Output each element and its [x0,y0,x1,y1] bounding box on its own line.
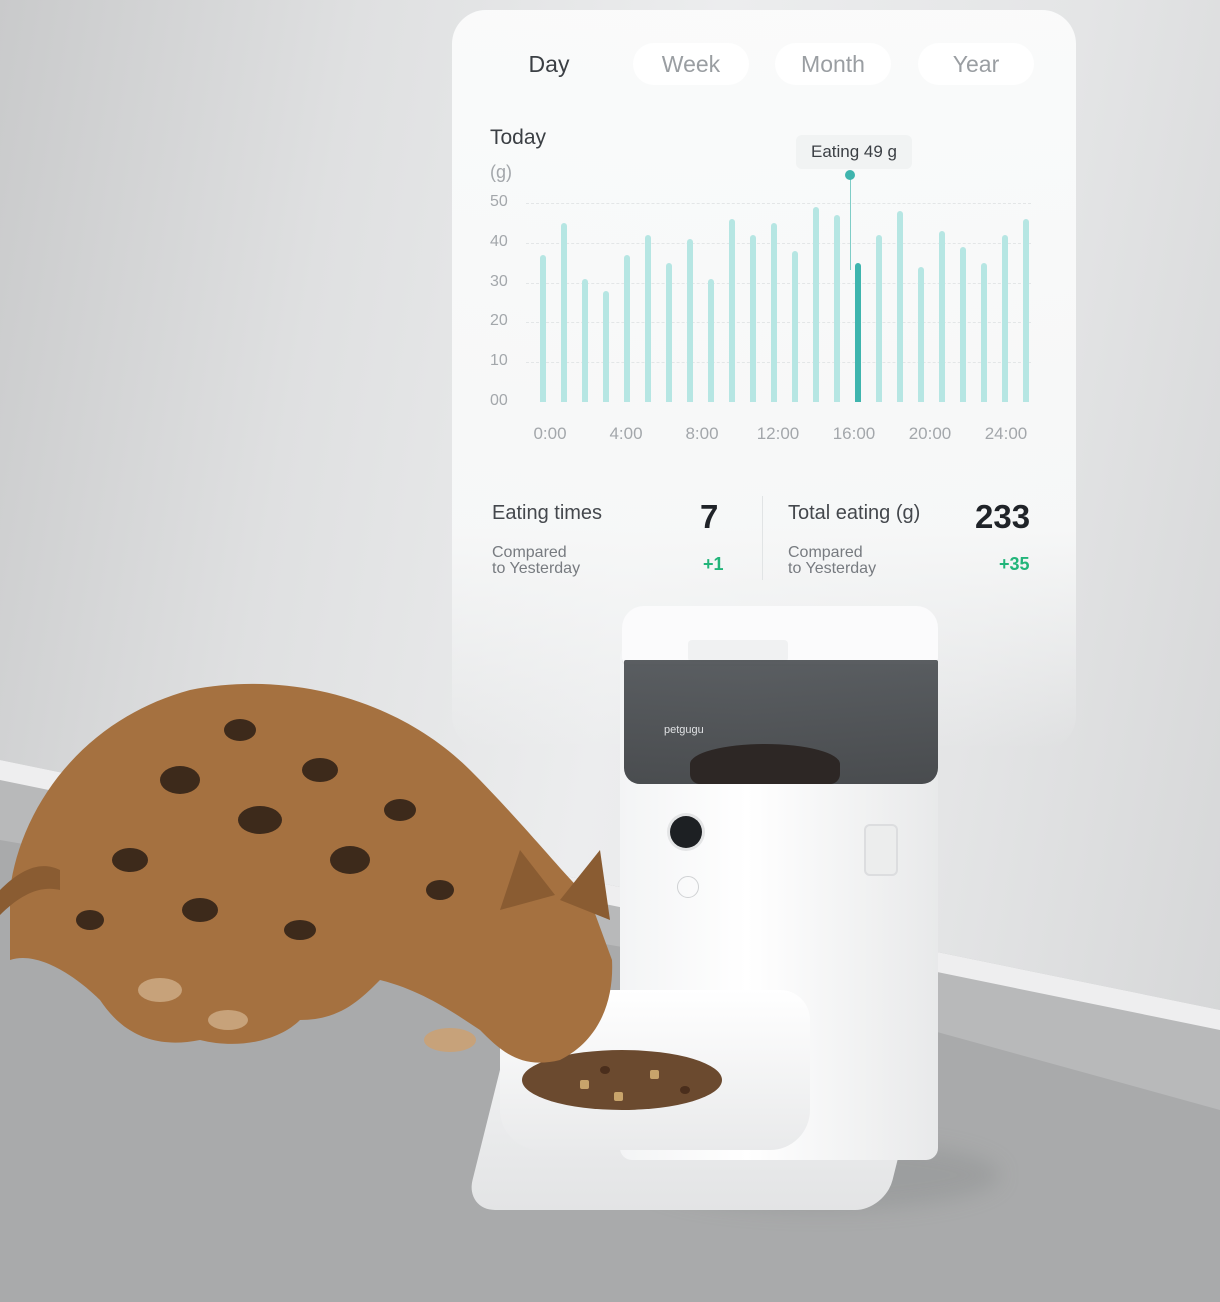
bar[interactable] [1002,234,1008,402]
bar[interactable] [687,238,693,402]
y-tick-label: 00 [490,392,508,409]
period-tabs: Day Week Month Year [490,40,1040,90]
eating-times-value: 7 [700,498,719,535]
y-tick-label: 50 [490,193,508,210]
x-tick-label: 20:00 [908,424,952,443]
tab-week[interactable]: Week [633,43,749,85]
total-eating-value: 233 [975,498,1031,535]
tab-year[interactable]: Year [918,43,1034,85]
bar[interactable] [582,278,588,402]
total-eating-label: Total eating (g) [788,502,921,524]
kibble-piece [650,1070,659,1079]
bar[interactable] [624,254,630,402]
x-tick-label: 8:00 [685,424,719,443]
bar[interactable] [981,262,987,402]
x-tick-label: 12:00 [756,424,800,443]
bar[interactable] [603,290,609,402]
bar[interactable] [645,234,651,402]
bar[interactable] [708,278,714,402]
bar[interactable] [918,266,924,402]
bar[interactable] [540,254,546,402]
bar[interactable] [960,246,966,402]
total-eating-delta: +35 [999,554,1030,574]
gridline [526,242,1031,244]
y-tick-label: 30 [490,272,508,290]
bar[interactable] [876,234,882,402]
brand-logo: petgugu [664,724,704,736]
gridline [526,362,1031,364]
bar[interactable] [897,210,903,402]
hopper-food-pile [690,744,840,784]
total-eating-compare-label: Compared to Yesterday [788,544,877,577]
feed-button-icon [677,876,699,898]
bar-selected[interactable] [855,262,861,402]
tab-month[interactable]: Month [775,43,891,85]
bar[interactable] [771,222,777,402]
y-tick-label: 10 [490,352,508,370]
bar[interactable] [666,262,672,402]
y-axis-unit: (g) [490,162,512,182]
bar[interactable] [792,250,798,402]
gridline [526,282,1031,284]
stats-divider [762,496,763,580]
bar[interactable] [729,218,735,402]
tooltip-pointer-line [850,175,851,270]
gridline [526,203,1031,204]
x-tick-label: 16:00 [832,424,876,443]
tooltip-pointer-dot [845,170,855,180]
bar[interactable] [939,230,945,402]
eating-times-label: Eating times [492,502,603,524]
kibble-piece [680,1086,690,1094]
bar[interactable] [834,214,840,402]
x-tick-label: 4:00 [609,424,643,443]
lid-slot [688,640,788,662]
x-tick-label: 0:00 [533,424,567,443]
bar[interactable] [561,222,567,402]
x-tick-label: 24:00 [984,424,1028,443]
bar[interactable] [813,206,819,402]
eating-times-compare-label: Compared to Yesterday [492,544,581,577]
eating-times-delta: +1 [703,554,724,574]
chart-tooltip: Eating 49 g [796,135,912,169]
y-tick-label: 20 [490,312,508,330]
y-tick-label: 40 [490,232,508,250]
tab-day[interactable]: Day [490,43,608,85]
bar[interactable] [750,234,756,402]
bengal-cat [0,683,613,1063]
camera-icon [670,816,702,848]
bar[interactable] [1023,218,1029,402]
side-handle [864,824,898,876]
chart-title: Today [490,126,547,149]
gridline [526,322,1031,324]
